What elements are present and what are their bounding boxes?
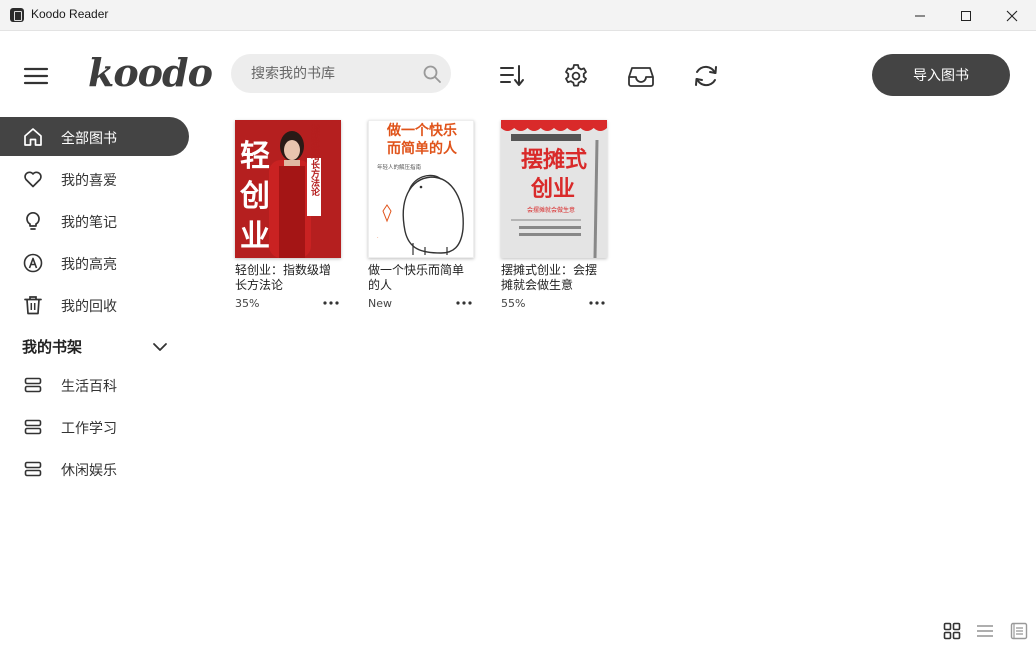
search-icon[interactable] <box>422 64 442 84</box>
cover-title-char: 轻 <box>240 139 270 174</box>
sidebar-item-label: 生活百科 <box>61 379 117 395</box>
maximize-icon <box>961 11 971 21</box>
window-title: Koodo Reader <box>31 7 109 21</box>
close-button[interactable] <box>989 0 1035 31</box>
sidebar-item-label: 休闲娱乐 <box>61 463 117 479</box>
sidebar-shelf-item[interactable]: 生活百科 <box>0 365 189 404</box>
grid-view-icon[interactable] <box>943 622 961 640</box>
trash-icon <box>24 296 42 315</box>
sidebar-shelf-item[interactable]: 工作学习 <box>0 407 189 446</box>
book-title: 摆摊式创业：会摆摊就会做生意 <box>501 263 598 292</box>
close-icon <box>1006 10 1018 22</box>
sidebar-item-label: 全部图书 <box>61 131 117 147</box>
more-options-icon[interactable] <box>321 296 341 310</box>
search-input[interactable] <box>251 64 416 84</box>
cover-list-view-icon[interactable] <box>1010 622 1028 640</box>
import-books-button[interactable]: 导入图书 <box>872 54 1010 96</box>
sidebar-item-label: 我的笔记 <box>61 215 117 231</box>
book-progress: 55% <box>501 297 526 310</box>
book-cover[interactable]: 做一个快乐 而简单的人 年轻人的解压指南 · <box>368 120 474 258</box>
heart-icon <box>24 171 42 188</box>
shelf-icon <box>24 377 42 393</box>
sidebar-item-notes[interactable]: 我的笔记 <box>0 201 189 240</box>
book-cover-art: 摆摊式 创业 会摆摊就会做生意 <box>501 120 607 258</box>
sidebar-item-label: 我的喜爱 <box>61 173 117 189</box>
sort-icon <box>500 65 524 86</box>
sync-icon <box>695 65 717 87</box>
cover-title-char: 业 <box>240 219 270 254</box>
cover-subtitle: 指数级增长方法论 <box>309 123 321 196</box>
sort-button[interactable] <box>498 62 526 90</box>
search-box[interactable] <box>231 54 451 93</box>
sidebar-item-highlights[interactable]: 我的高亮 <box>0 243 189 282</box>
sidebar-item-favorites[interactable]: 我的喜爱 <box>0 159 189 198</box>
menu-button[interactable] <box>22 62 50 90</box>
shelf-icon <box>24 419 42 435</box>
cover-title-line: 做一个快乐 <box>386 122 457 139</box>
sidebar-item-trash[interactable]: 我的回收 <box>0 285 189 324</box>
hamburger-icon <box>23 67 49 85</box>
cover-subtitle: 年轻人的解压指南 <box>377 163 422 171</box>
bulb-icon <box>26 211 40 230</box>
book-title: 轻创业：指数级增长方法论 <box>235 263 332 292</box>
settings-button[interactable] <box>562 62 590 90</box>
sidebar-item-all-books[interactable]: 全部图书 <box>0 117 189 156</box>
cover-subtitle: 会摆摊就会做生意 <box>527 206 575 214</box>
sidebar-item-label: 工作学习 <box>61 421 117 437</box>
sidebar-shelf-item[interactable]: 休闲娱乐 <box>0 449 189 488</box>
app-icon <box>10 8 24 22</box>
home-icon <box>24 128 42 146</box>
book-cover[interactable]: 摆摊式 创业 会摆摊就会做生意 <box>501 120 607 258</box>
gear-icon <box>565 64 587 87</box>
inbox-button[interactable] <box>627 62 655 90</box>
chevron-down-icon[interactable] <box>151 338 169 356</box>
book-cover-art: 做一个快乐 而简单的人 年轻人的解压指南 · <box>369 121 473 257</box>
maximize-button[interactable] <box>943 0 989 31</box>
minimize-button[interactable] <box>897 0 943 31</box>
book-cover-art: 轻 创 业 指数级增长方法论 <box>235 120 341 258</box>
cover-title-line: 摆摊式 <box>521 147 587 173</box>
shelf-icon <box>24 461 42 477</box>
title-bar: Koodo Reader <box>0 0 1036 31</box>
more-options-icon[interactable] <box>454 296 474 310</box>
book-progress: New <box>368 297 392 310</box>
app-logo: koodo <box>88 50 213 95</box>
sync-button[interactable] <box>692 62 720 90</box>
book-cover[interactable]: 轻 创 业 指数级增长方法论 <box>235 120 341 258</box>
inbox-icon <box>628 67 654 87</box>
minimize-icon <box>915 15 925 17</box>
cover-title-char: 创 <box>239 179 270 214</box>
cover-title-line: 创业 <box>530 177 575 202</box>
book-title: 做一个快乐而简单的人 <box>368 263 465 292</box>
list-view-icon[interactable] <box>976 622 994 640</box>
sidebar-item-label: 我的高亮 <box>61 257 117 273</box>
highlight-icon <box>23 253 43 273</box>
book-progress: 35% <box>235 297 260 310</box>
more-options-icon[interactable] <box>587 296 607 310</box>
shelf-section-title: 我的书架 <box>22 338 83 356</box>
sidebar-item-label: 我的回收 <box>61 299 117 315</box>
cover-title-line: 而简单的人 <box>387 140 458 157</box>
